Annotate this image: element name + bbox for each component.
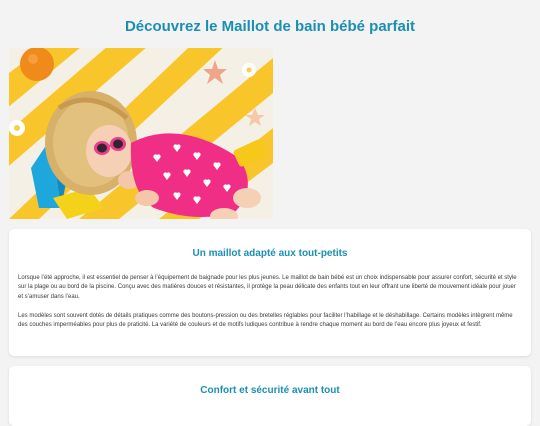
hero-image <box>9 48 273 219</box>
baby-photo-illustration <box>9 48 273 219</box>
section-paragraph: Les modèles sont souvent dotés de détail… <box>18 312 513 329</box>
section-heading: Un maillot adapté aux tout-petits <box>192 248 348 259</box>
section-heading: Confort et sécurité avant tout <box>200 385 340 396</box>
section-card-toddlers: Un maillot adapté aux tout-petits Lorsqu… <box>9 229 531 356</box>
section-card-comfort-safety: Confort et sécurité avant tout <box>9 366 531 426</box>
section-paragraph: Lorsque l’été approche, il est essentiel… <box>18 275 517 300</box>
page-title: Découvrez le Maillot de bain bébé parfai… <box>124 18 416 35</box>
